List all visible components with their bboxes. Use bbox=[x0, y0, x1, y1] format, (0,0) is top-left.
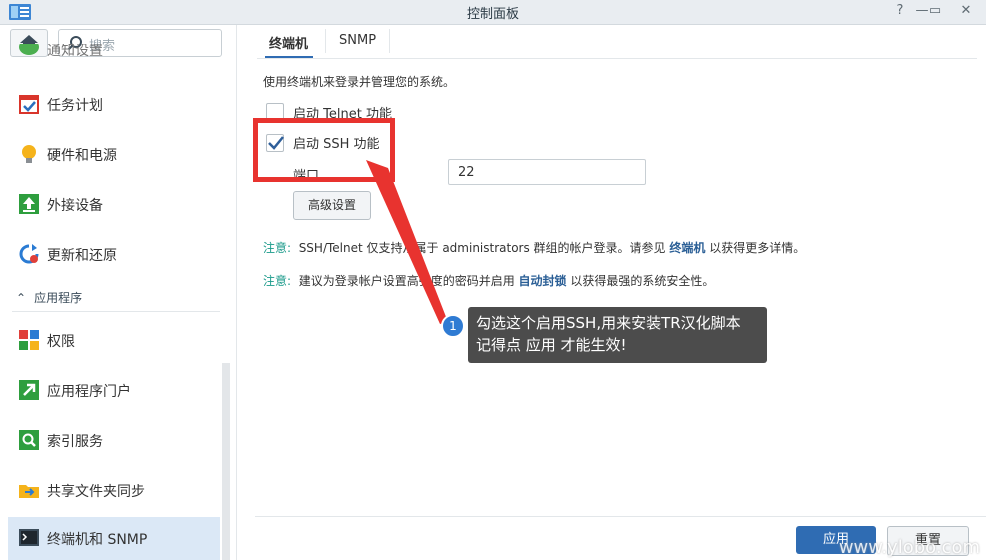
section-applications[interactable]: ⌃ 应用程序 bbox=[16, 289, 82, 306]
magnifier-icon bbox=[19, 430, 39, 450]
sidebar-item-terminal-snmp[interactable]: 终端机和 SNMP bbox=[8, 517, 220, 560]
note-password: 注意: 建议为登录帐户设置高强度的密码并启用 自动封锁 以获得最强的系统安全性。 bbox=[263, 272, 714, 289]
sidebar-item-label: 权限 bbox=[47, 334, 75, 350]
sidebar-item-app-portal[interactable]: 应用程序门户 bbox=[8, 369, 220, 411]
arrow-portal-icon bbox=[19, 380, 39, 400]
tab-terminal[interactable]: 终端机 bbox=[269, 33, 308, 52]
close-button[interactable]: ✕ bbox=[956, 2, 976, 20]
sidebar-item-shared-folder-sync[interactable]: 共享文件夹同步 bbox=[8, 469, 220, 511]
divider bbox=[12, 311, 220, 312]
chevron-up-icon: ⌃ bbox=[16, 291, 27, 305]
active-tab-indicator bbox=[265, 56, 313, 58]
section-label: 应用程序 bbox=[34, 291, 83, 305]
sidebar-item-external-devices[interactable]: 外接设备 bbox=[8, 183, 220, 225]
telnet-checkbox[interactable] bbox=[266, 103, 284, 121]
sidebar-item-label: 索引服务 bbox=[47, 434, 103, 450]
port-label: 端口 bbox=[293, 169, 320, 184]
help-button[interactable]: ? bbox=[890, 2, 910, 20]
upload-device-icon bbox=[19, 194, 39, 214]
terminal-help-link[interactable]: 终端机 bbox=[669, 241, 705, 255]
folder-sync-icon bbox=[19, 485, 39, 498]
note-text: 以获得更多详情。 bbox=[709, 241, 806, 255]
window-title: 控制面板 bbox=[466, 7, 519, 22]
sidebar: 搜索 通知设置 任务计划 硬件和电源 外接设备 更新和还原 ⌃ 应用程序 权限 … bbox=[0, 25, 237, 560]
ssh-checkbox[interactable] bbox=[266, 134, 284, 152]
sidebar-item-label: 应用程序门户 bbox=[47, 384, 131, 400]
tab-divider bbox=[325, 29, 326, 53]
description-text: 使用终端机来登录并管理您的系统。 bbox=[263, 75, 456, 89]
note-label: 注意: bbox=[263, 274, 292, 288]
sidebar-item-privileges[interactable]: 权限 bbox=[8, 319, 220, 361]
sidebar-item-label: 通知设置 bbox=[47, 44, 103, 59]
sidebar-item-label: 外接设备 bbox=[47, 198, 103, 214]
sidebar-item-update-restore[interactable]: 更新和还原 bbox=[8, 233, 220, 275]
sidebar-item-hardware-power[interactable]: 硬件和电源 bbox=[8, 133, 220, 175]
checkmark-icon bbox=[268, 136, 284, 150]
auto-block-link[interactable]: 自动封锁 bbox=[519, 274, 567, 288]
sidebar-item-label: 终端机和 SNMP bbox=[47, 532, 148, 548]
tab-divider bbox=[389, 29, 390, 53]
note-text: 建议为登录帐户设置高强度的密码并启用 bbox=[298, 274, 515, 288]
note-text: 以获得最强的系统安全性。 bbox=[570, 274, 715, 288]
refresh-icon bbox=[19, 244, 39, 264]
grid-squares-icon bbox=[19, 330, 39, 350]
tab-bar: 终端机 SNMP bbox=[257, 25, 977, 59]
chat-bubble-icon bbox=[19, 44, 39, 55]
reset-button[interactable]: 重置 bbox=[887, 526, 969, 556]
main-panel: 终端机 SNMP 使用终端机来登录并管理您的系统。 启动 Telnet 功能 启… bbox=[237, 25, 986, 560]
sidebar-item-label: 任务计划 bbox=[47, 98, 103, 114]
calendar-check-icon bbox=[19, 95, 39, 114]
footer-divider bbox=[255, 516, 986, 517]
sidebar-item-notification-partial[interactable]: 通知设置 bbox=[8, 44, 220, 60]
sidebar-item-label: 更新和还原 bbox=[47, 248, 117, 264]
note-text: SSH/Telnet 仅支持从属于 administrators 群组的帐户登录… bbox=[298, 241, 666, 255]
port-field[interactable]: 22 bbox=[448, 159, 646, 185]
maximize-button[interactable]: ▭ bbox=[925, 2, 945, 20]
title-bar: 控制面板 ? — ▭ ✕ bbox=[0, 0, 986, 25]
terminal-icon bbox=[19, 529, 39, 546]
ssh-label: 启动 SSH 功能 bbox=[293, 137, 380, 152]
telnet-label: 启动 Telnet 功能 bbox=[293, 107, 392, 122]
sidebar-item-task-scheduler[interactable]: 任务计划 bbox=[8, 83, 220, 125]
tab-snmp[interactable]: SNMP bbox=[339, 33, 376, 48]
sidebar-item-label: 共享文件夹同步 bbox=[47, 484, 145, 500]
note-ssh-telnet: 注意: SSH/Telnet 仅支持从属于 administrators 群组的… bbox=[263, 239, 805, 256]
sidebar-item-label: 硬件和电源 bbox=[47, 148, 117, 164]
lightbulb-icon bbox=[22, 145, 36, 163]
apply-button[interactable]: 应用 bbox=[796, 526, 876, 554]
sidebar-item-indexing[interactable]: 索引服务 bbox=[8, 419, 220, 461]
sidebar-scrollbar[interactable] bbox=[222, 363, 230, 560]
note-label: 注意: bbox=[263, 241, 292, 255]
advanced-settings-button[interactable]: 高级设置 bbox=[293, 191, 371, 220]
